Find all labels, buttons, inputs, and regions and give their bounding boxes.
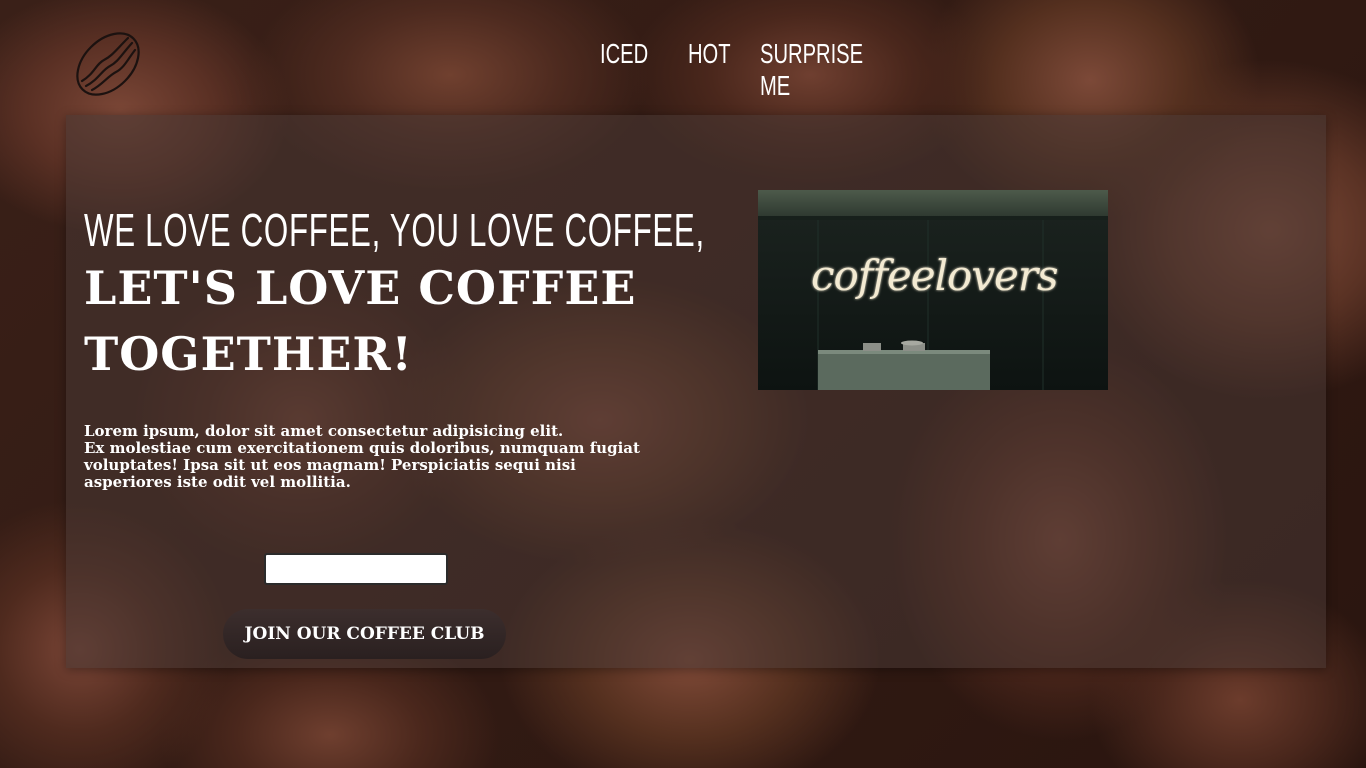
logo[interactable] [70, 26, 146, 102]
hero-card: WE LOVE COFFEE, YOU LOVE COFFEE, LET'S L… [66, 115, 1326, 668]
nav-link-iced[interactable]: ICED [600, 38, 648, 102]
hero-tagline: WE LOVE COFFEE, YOU LOVE COFFEE, [84, 204, 705, 256]
join-coffee-club-button[interactable]: JOIN OUR COFFEE CLUB [223, 609, 506, 659]
coffee-bean-icon [76, 32, 140, 96]
hero-description-line: Ex molestiae cum exercitationem quis dol… [84, 439, 640, 491]
email-input[interactable] [264, 553, 448, 585]
hero-headline: LET'S LOVE COFFEE TOGETHER! [84, 261, 637, 381]
hero-description-line: Lorem ipsum, dolor sit amet consectetur … [84, 422, 564, 440]
coffeelovers-photo: coffeelovers [758, 190, 1108, 390]
hero-description: Lorem ipsum, dolor sit amet consectetur … [84, 423, 644, 491]
nav-link-surprise-me[interactable]: SURPRISE ME [760, 38, 863, 102]
coffeelovers-photo-image: coffeelovers [758, 190, 1108, 390]
neon-sign-text: coffeelovers [811, 251, 1058, 300]
main-nav: ICED HOT SURPRISE ME [600, 38, 872, 102]
nav-link-hot[interactable]: HOT [688, 38, 731, 102]
